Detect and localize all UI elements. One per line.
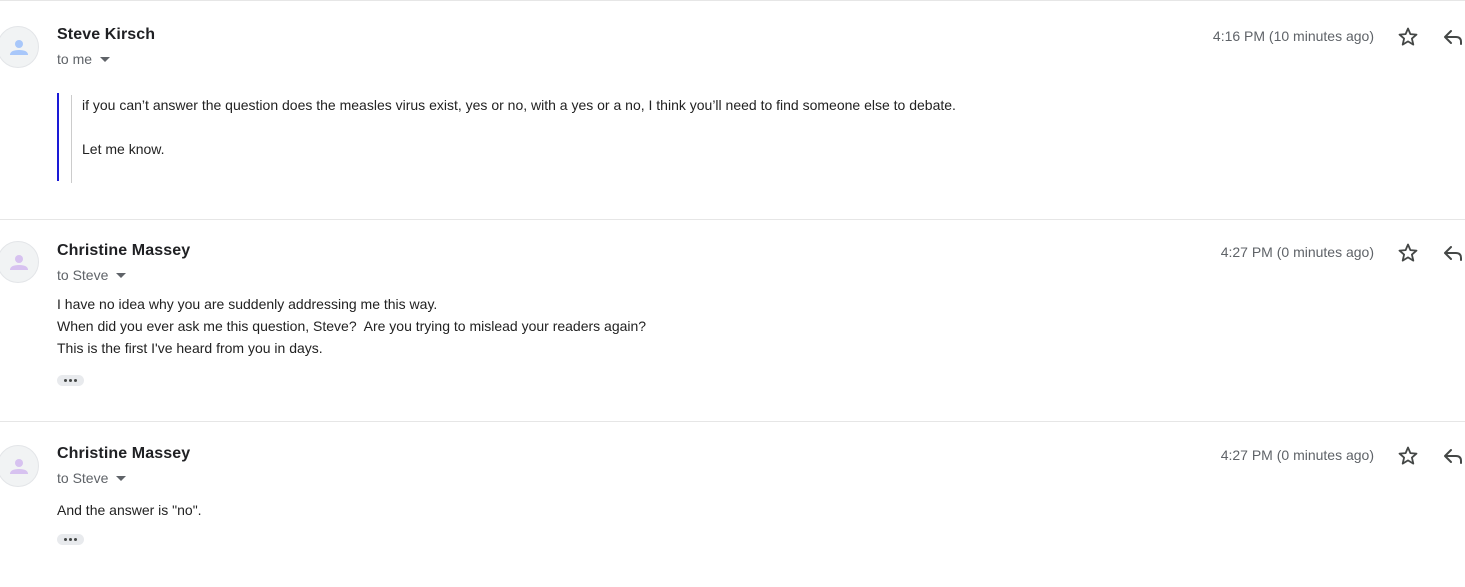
ellipsis-dot (69, 379, 72, 382)
reply-icon (1444, 246, 1462, 261)
message-time: 4:16 PM (10 minutes ago) (1212, 28, 1374, 44)
message-body: And the answer is "no". (57, 499, 202, 521)
star-icon (1398, 446, 1418, 465)
reply-button[interactable] (1441, 444, 1465, 468)
avatar[interactable] (0, 241, 39, 283)
show-trimmed-content-button[interactable] (57, 375, 84, 386)
email-message: Christine Massey to Steve 4:27 PM (0 min… (0, 421, 1465, 587)
body-line: When did you ever ask me this question, … (57, 318, 647, 334)
show-trimmed-content-button[interactable] (57, 534, 84, 545)
ellipsis-icon (64, 379, 67, 382)
ellipsis-dot (69, 538, 72, 541)
sender-name: Christine Massey (57, 445, 191, 462)
person-icon (10, 459, 28, 474)
recipient-toggle[interactable]: to me (57, 51, 111, 67)
recipient-label: to me (57, 51, 93, 67)
caret-down-icon[interactable] (116, 476, 127, 481)
caret-down-icon[interactable] (100, 57, 111, 62)
sender-name: Steve Kirsch (57, 26, 156, 43)
recipient-toggle[interactable]: to Steve (57, 267, 127, 283)
person-icon (10, 255, 28, 270)
body-line: This is the first I've heard from you in… (57, 340, 323, 356)
email-message: Christine Massey to Steve 4:27 PM (0 min… (0, 218, 1465, 422)
email-thread: Steve Kirsch to me 4:16 PM (10 minutes a… (0, 0, 1465, 587)
quoted-text: if you can’t answer the question does th… (57, 93, 956, 183)
email-message: Steve Kirsch to me 4:16 PM (10 minutes a… (0, 0, 1465, 220)
avatar[interactable] (0, 445, 39, 487)
star-button[interactable] (1396, 241, 1420, 265)
star-button[interactable] (1396, 444, 1420, 468)
message-body: I have no idea why you are suddenly addr… (57, 293, 646, 359)
star-icon (1398, 27, 1418, 46)
quote-line: Let me know. (82, 141, 165, 157)
ellipsis-icon (64, 538, 67, 541)
reply-button[interactable] (1441, 241, 1465, 265)
body-line: And the answer is "no". (57, 502, 202, 518)
quote-line: if you can’t answer the question does th… (82, 97, 956, 113)
recipient-label: to Steve (57, 470, 109, 486)
sender-name: Christine Massey (57, 242, 191, 259)
recipient-label: to Steve (57, 267, 109, 283)
reply-button[interactable] (1441, 25, 1465, 49)
caret-down-icon[interactable] (116, 273, 127, 278)
reply-icon (1444, 449, 1462, 464)
ellipsis-dot (74, 379, 77, 382)
recipient-toggle[interactable]: to Steve (57, 470, 127, 486)
person-icon (10, 40, 28, 55)
ellipsis-dot (74, 538, 77, 541)
star-button[interactable] (1396, 25, 1420, 49)
message-time: 4:27 PM (0 minutes ago) (1220, 447, 1374, 463)
quote-content: if you can’t answer the question does th… (71, 95, 956, 183)
body-line: I have no idea why you are suddenly addr… (57, 296, 438, 312)
avatar[interactable] (0, 26, 39, 68)
message-time: 4:27 PM (0 minutes ago) (1220, 244, 1374, 260)
star-icon (1398, 243, 1418, 262)
reply-icon (1444, 30, 1462, 45)
